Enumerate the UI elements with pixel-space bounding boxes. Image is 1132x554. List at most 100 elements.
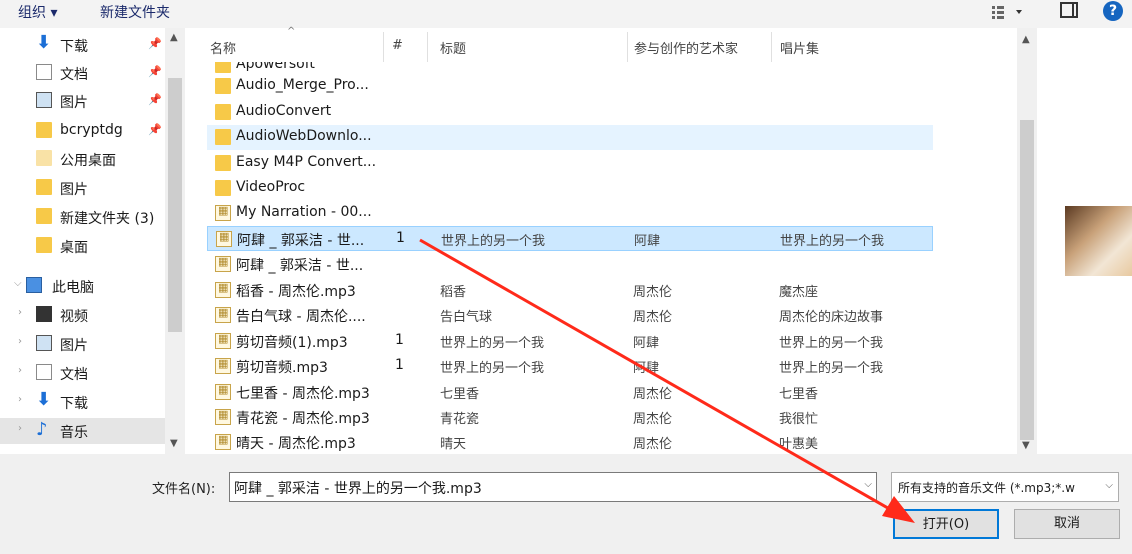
preview-pane-icon[interactable] bbox=[1060, 2, 1078, 18]
track-album: 世界上的另一个我 bbox=[779, 361, 884, 376]
list-item[interactable]: AudioWebDownlo... bbox=[207, 125, 933, 150]
column-divider[interactable] bbox=[427, 32, 428, 62]
chevron-right-icon[interactable]: › bbox=[18, 336, 22, 347]
column-name[interactable]: 名称 bbox=[210, 38, 236, 57]
sidebar-item-label: 桌面 bbox=[60, 240, 88, 256]
sidebar-item-label: 图片 bbox=[60, 338, 88, 354]
folder-icon bbox=[215, 155, 231, 171]
chevron-down-icon[interactable]: ⌵ bbox=[14, 278, 22, 289]
sidebar-item-pictures-folder[interactable]: 图片 bbox=[0, 175, 165, 201]
file-name: Audio_Merge_Pro... bbox=[236, 77, 369, 93]
file-name: 七里香 - 周杰伦.mp3 bbox=[236, 386, 370, 402]
column-header: 名称 ^ # 标题 参与创作的艺术家 唱片集 bbox=[185, 26, 1017, 62]
sidebar-item-videos[interactable]: › 视频 bbox=[0, 302, 165, 328]
sidebar-item-label: 新建文件夹 (3) bbox=[60, 211, 155, 227]
sidebar-item-label: 下载 bbox=[60, 396, 88, 412]
list-item[interactable]: Audio_Merge_Pro... bbox=[207, 74, 933, 99]
scrollbar-thumb[interactable] bbox=[168, 78, 182, 332]
sidebar-item-this-pc[interactable]: ⌵ 此电脑 bbox=[0, 273, 165, 299]
list-item-selected[interactable]: 阿肆 _ 郭采洁 - 世... 1 世界上的另一个我 阿肆 世界上的另一个我 bbox=[207, 226, 933, 251]
track-title: 世界上的另一个我 bbox=[440, 361, 545, 376]
list-item[interactable]: 告白气球 - 周杰伦.... 告白气球 周杰伦 周杰伦的床边故事 bbox=[207, 303, 933, 328]
track-artist: 阿肆 bbox=[633, 361, 660, 376]
folder-icon bbox=[215, 62, 231, 73]
list-item[interactable]: 稻香 - 周杰伦.mp3 稻香 周杰伦 魔杰座 bbox=[207, 278, 933, 303]
list-item[interactable]: 青花瓷 - 周杰伦.mp3 青花瓷 周杰伦 我很忙 bbox=[207, 405, 933, 430]
sidebar-item-public-desktop[interactable]: 公用桌面 bbox=[0, 146, 165, 172]
scroll-up-icon[interactable]: ▲ bbox=[1022, 34, 1030, 45]
list-item[interactable]: My Narration - 00... bbox=[207, 201, 933, 226]
track-number: 1 bbox=[395, 357, 404, 373]
audio-file-icon bbox=[215, 255, 231, 272]
column-title[interactable]: 标题 bbox=[440, 38, 466, 57]
cancel-button[interactable]: 取消 bbox=[1014, 509, 1120, 539]
view-options-icon[interactable] bbox=[990, 3, 1026, 21]
scroll-down-icon[interactable]: ▼ bbox=[170, 438, 178, 449]
sidebar-item-label: 下载 bbox=[60, 39, 88, 55]
list-item[interactable]: 剪切音频(1).mp3 1 世界上的另一个我 阿肆 世界上的另一个我 bbox=[207, 329, 933, 354]
track-title: 告白气球 bbox=[440, 310, 493, 325]
folder-icon bbox=[36, 122, 52, 138]
file-name: 剪切音频(1).mp3 bbox=[236, 335, 348, 351]
audio-file-icon bbox=[215, 281, 231, 298]
sidebar-item-desktop[interactable]: 桌面 bbox=[0, 233, 165, 259]
organize-button[interactable]: 组织 ▾ bbox=[18, 2, 57, 22]
sidebar-scrollbar[interactable]: ▲ ▼ bbox=[165, 28, 185, 454]
help-icon[interactable]: ? bbox=[1103, 1, 1123, 21]
chevron-down-icon[interactable]: ⌵ bbox=[1105, 480, 1113, 491]
list-item[interactable]: 阿肆 _ 郭采洁 - 世... bbox=[207, 252, 933, 277]
sidebar-item-pc-documents[interactable]: › 文档 bbox=[0, 360, 165, 386]
file-name: 剪切音频.mp3 bbox=[236, 360, 328, 376]
column-artist[interactable]: 参与创作的艺术家 bbox=[634, 38, 738, 57]
file-list: Apowersoft Audio_Merge_Pro... AudioConve… bbox=[185, 62, 1017, 454]
list-item[interactable]: VideoProc bbox=[207, 176, 933, 201]
chevron-right-icon[interactable]: › bbox=[18, 394, 22, 405]
column-divider[interactable] bbox=[627, 32, 628, 62]
pin-icon: 📌 bbox=[148, 123, 162, 136]
sidebar-item-documents[interactable]: 文档 📌 bbox=[0, 60, 165, 86]
document-icon bbox=[36, 64, 52, 80]
column-number[interactable]: # bbox=[392, 38, 403, 53]
sidebar-item-downloads[interactable]: ⬇ 下载 📌 bbox=[0, 32, 165, 58]
open-button[interactable]: 打开(O) bbox=[893, 509, 999, 539]
list-item[interactable]: 剪切音频.mp3 1 世界上的另一个我 阿肆 世界上的另一个我 bbox=[207, 354, 933, 379]
scrollbar-thumb[interactable] bbox=[1020, 120, 1034, 440]
scroll-down-icon[interactable]: ▼ bbox=[1022, 440, 1030, 451]
file-type-select[interactable]: 所有支持的音乐文件 (*.mp3;*.w ⌵ bbox=[891, 472, 1119, 502]
sidebar-item-pc-pictures[interactable]: › 图片 bbox=[0, 331, 165, 357]
audio-file-icon bbox=[216, 230, 232, 247]
scroll-up-icon[interactable]: ▲ bbox=[170, 32, 178, 43]
file-list-scrollbar[interactable]: ▲ ▼ bbox=[1017, 28, 1037, 454]
folder-icon bbox=[36, 150, 52, 166]
chevron-right-icon[interactable]: › bbox=[18, 365, 22, 376]
file-name: 阿肆 _ 郭采洁 - 世... bbox=[236, 258, 364, 274]
list-item[interactable]: 七里香 - 周杰伦.mp3 七里香 周杰伦 七里香 bbox=[207, 380, 933, 405]
chevron-down-icon[interactable]: ⌵ bbox=[864, 479, 872, 490]
track-title: 晴天 bbox=[440, 437, 467, 452]
list-item[interactable]: 晴天 - 周杰伦.mp3 晴天 周杰伦 叶惠美 bbox=[207, 430, 933, 454]
track-artist: 周杰伦 bbox=[633, 387, 673, 402]
track-title: 世界上的另一个我 bbox=[440, 336, 545, 351]
new-folder-button[interactable]: 新建文件夹 bbox=[100, 2, 170, 22]
document-icon bbox=[36, 364, 52, 380]
chevron-right-icon[interactable]: › bbox=[18, 307, 22, 318]
column-divider[interactable] bbox=[383, 32, 384, 62]
sidebar-item-pc-downloads[interactable]: › ⬇ 下载 bbox=[0, 389, 165, 415]
track-album: 叶惠美 bbox=[779, 437, 819, 452]
column-divider[interactable] bbox=[771, 32, 772, 62]
sidebar-item-music[interactable]: › ♪ 音乐 bbox=[0, 418, 165, 444]
track-album: 周杰伦的床边故事 bbox=[779, 310, 884, 325]
sidebar-item-bcryptdg[interactable]: bcryptdg 📌 bbox=[0, 118, 165, 144]
computer-icon bbox=[26, 277, 42, 293]
sidebar-item-pictures[interactable]: 图片 📌 bbox=[0, 88, 165, 114]
track-artist: 周杰伦 bbox=[633, 310, 673, 325]
filename-input[interactable]: 阿肆 _ 郭采洁 - 世界上的另一个我.mp3 ⌵ bbox=[229, 472, 877, 502]
list-item[interactable]: AudioConvert bbox=[207, 100, 933, 125]
folder-icon bbox=[215, 78, 231, 94]
sidebar-item-new-folder-3[interactable]: 新建文件夹 (3) bbox=[0, 204, 165, 230]
track-artist: 周杰伦 bbox=[633, 437, 673, 452]
list-item[interactable]: Easy M4P Convert... bbox=[207, 151, 933, 176]
column-album[interactable]: 唱片集 bbox=[780, 38, 819, 57]
chevron-right-icon[interactable]: › bbox=[18, 423, 22, 434]
audio-file-icon bbox=[215, 204, 231, 221]
